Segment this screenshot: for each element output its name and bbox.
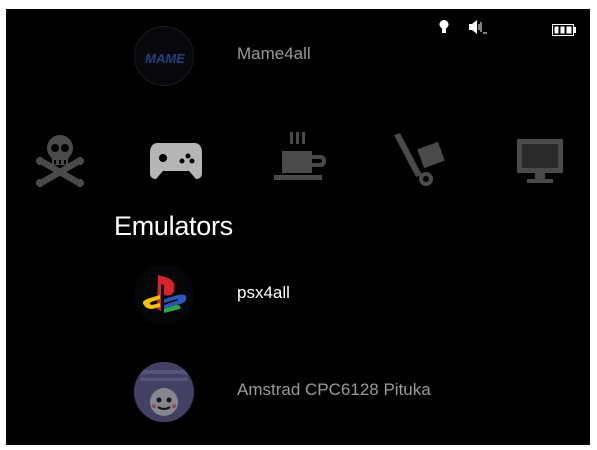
monitor-icon[interactable] [511,129,567,189]
item-label: psx4all [237,283,290,302]
amstrad-logo-icon [134,362,194,422]
coffee-cup-icon[interactable] [272,129,328,189]
item-label: Amstrad CPC6128 Pituka [237,380,431,399]
launcher-screen: MAME Mame4all Emulators psx4all Amstrad … [6,9,590,445]
mame-logo-text: MAME [145,51,185,66]
section-title: Emulators [114,211,233,241]
gamepad-icon[interactable] [148,129,204,189]
skull-crossbones-icon[interactable] [32,129,88,189]
launcher-item-mame4all[interactable]: MAME Mame4all [134,26,574,92]
launcher-item-amstrad-cpc6128-pituka[interactable]: Amstrad CPC6128 Pituka [134,362,574,428]
section-bar [6,129,590,199]
mame-logo-icon: MAME [134,26,194,86]
playstation-logo-icon [134,265,194,325]
item-label: Mame4all [237,44,311,63]
launcher-item-psx4all[interactable]: psx4all [134,265,574,331]
hand-truck-icon[interactable] [392,129,448,189]
